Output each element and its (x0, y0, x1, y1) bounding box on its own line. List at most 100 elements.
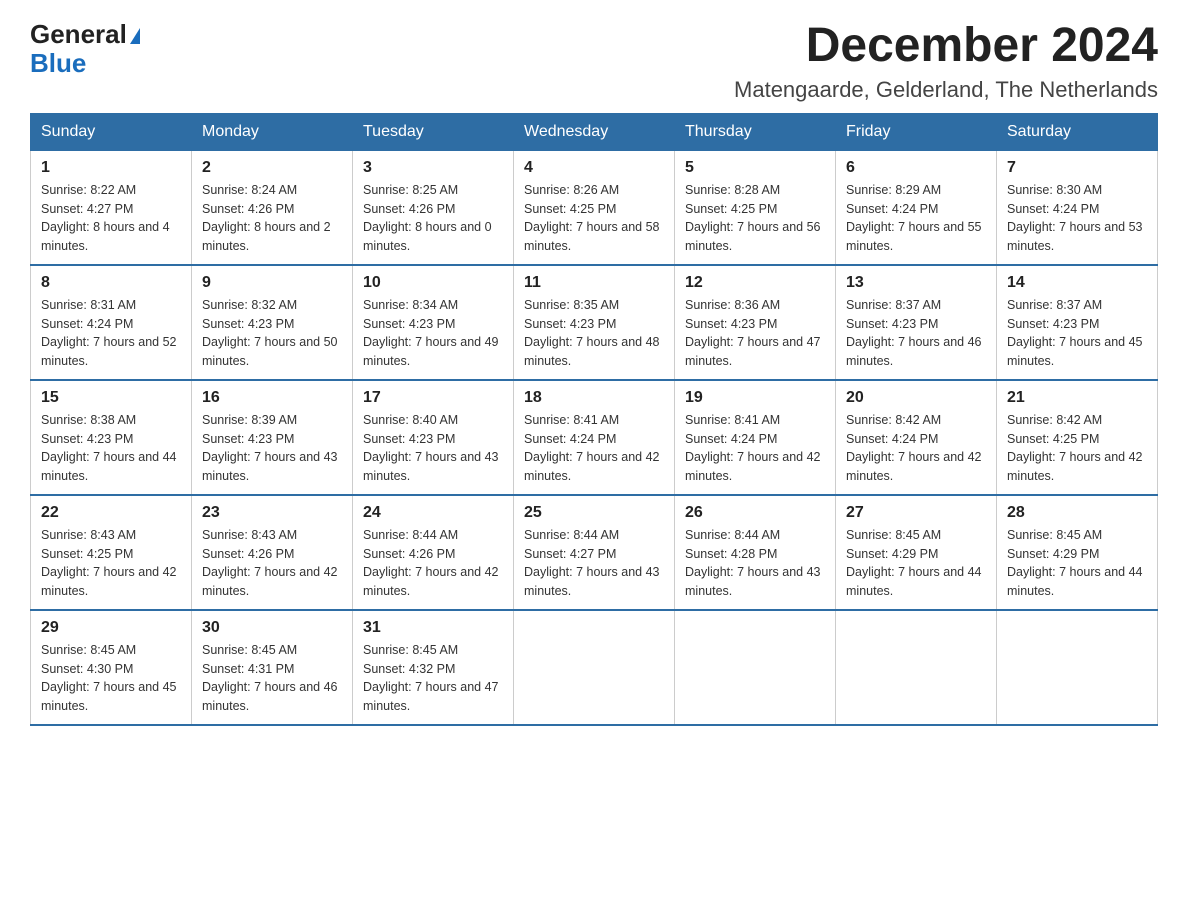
day-number: 24 (363, 504, 503, 522)
day-info: Sunrise: 8:45 AMSunset: 4:29 PMDaylight:… (846, 526, 986, 601)
day-info: Sunrise: 8:41 AMSunset: 4:24 PMDaylight:… (524, 411, 664, 486)
day-number: 3 (363, 159, 503, 177)
calendar-week-row: 15Sunrise: 8:38 AMSunset: 4:23 PMDayligh… (31, 380, 1158, 495)
day-info: Sunrise: 8:35 AMSunset: 4:23 PMDaylight:… (524, 296, 664, 371)
table-row: 17 Sunrise: 8:40 AMSunset: 4:23 PMDayligh… (353, 380, 514, 495)
calendar-week-row: 8Sunrise: 8:31 AMSunset: 4:24 PMDaylight… (31, 265, 1158, 380)
day-number: 21 (1007, 389, 1147, 407)
day-number: 18 (524, 389, 664, 407)
calendar-week-row: 1Sunrise: 8:22 AMSunset: 4:27 PMDaylight… (31, 150, 1158, 265)
table-row: 26Sunrise: 8:44 AMSunset: 4:28 PMDayligh… (675, 495, 836, 610)
day-number: 2 (202, 159, 342, 177)
day-info: Sunrise: 8:28 AMSunset: 4:25 PMDaylight:… (685, 181, 825, 256)
table-row: 15Sunrise: 8:38 AMSunset: 4:23 PMDayligh… (31, 380, 192, 495)
table-row: 10 Sunrise: 8:34 AMSunset: 4:23 PMDayligh… (353, 265, 514, 380)
table-row: 9 Sunrise: 8:32 AMSunset: 4:23 PMDaylight… (192, 265, 353, 380)
table-row (997, 610, 1158, 725)
header-tuesday: Tuesday (353, 114, 514, 150)
table-row: 28 Sunrise: 8:45 AMSunset: 4:29 PMDayligh… (997, 495, 1158, 610)
day-info: Sunrise: 8:45 AMSunset: 4:31 PMDaylight:… (202, 641, 342, 716)
day-number: 8 (41, 274, 181, 292)
calendar-table: Sunday Monday Tuesday Wednesday Thursday… (30, 113, 1158, 726)
day-info: Sunrise: 8:32 AMSunset: 4:23 PMDaylight:… (202, 296, 342, 371)
day-number: 13 (846, 274, 986, 292)
day-number: 28 (1007, 504, 1147, 522)
calendar-week-row: 22Sunrise: 8:43 AMSunset: 4:25 PMDayligh… (31, 495, 1158, 610)
table-row: 6 Sunrise: 8:29 AMSunset: 4:24 PMDaylight… (836, 150, 997, 265)
day-number: 27 (846, 504, 986, 522)
day-info: Sunrise: 8:45 AMSunset: 4:30 PMDaylight:… (41, 641, 181, 716)
month-year-title: December 2024 (734, 20, 1158, 73)
logo-blue-text: Blue (30, 48, 86, 78)
table-row: 21 Sunrise: 8:42 AMSunset: 4:25 PMDayligh… (997, 380, 1158, 495)
day-info: Sunrise: 8:45 AMSunset: 4:29 PMDaylight:… (1007, 526, 1147, 601)
day-number: 6 (846, 159, 986, 177)
day-number: 31 (363, 619, 503, 637)
table-row: 8Sunrise: 8:31 AMSunset: 4:24 PMDaylight… (31, 265, 192, 380)
header-sunday: Sunday (31, 114, 192, 150)
day-number: 26 (685, 504, 825, 522)
day-info: Sunrise: 8:26 AMSunset: 4:25 PMDaylight:… (524, 181, 664, 256)
day-info: Sunrise: 8:34 AMSunset: 4:23 PMDaylight:… (363, 296, 503, 371)
day-info: Sunrise: 8:43 AMSunset: 4:26 PMDaylight:… (202, 526, 342, 601)
day-number: 10 (363, 274, 503, 292)
table-row (514, 610, 675, 725)
table-row: 2 Sunrise: 8:24 AMSunset: 4:26 PMDaylight… (192, 150, 353, 265)
day-info: Sunrise: 8:24 AMSunset: 4:26 PMDaylight:… (202, 181, 342, 256)
day-number: 19 (685, 389, 825, 407)
table-row: 16Sunrise: 8:39 AMSunset: 4:23 PMDayligh… (192, 380, 353, 495)
day-info: Sunrise: 8:44 AMSunset: 4:26 PMDaylight:… (363, 526, 503, 601)
day-info: Sunrise: 8:42 AMSunset: 4:25 PMDaylight:… (1007, 411, 1147, 486)
day-number: 9 (202, 274, 342, 292)
weekday-header-row: Sunday Monday Tuesday Wednesday Thursday… (31, 114, 1158, 150)
day-number: 20 (846, 389, 986, 407)
day-info: Sunrise: 8:36 AMSunset: 4:23 PMDaylight:… (685, 296, 825, 371)
day-info: Sunrise: 8:30 AMSunset: 4:24 PMDaylight:… (1007, 181, 1147, 256)
header-monday: Monday (192, 114, 353, 150)
table-row: 14Sunrise: 8:37 AMSunset: 4:23 PMDayligh… (997, 265, 1158, 380)
day-info: Sunrise: 8:44 AMSunset: 4:27 PMDaylight:… (524, 526, 664, 601)
calendar-week-row: 29 Sunrise: 8:45 AMSunset: 4:30 PMDayligh… (31, 610, 1158, 725)
table-row: 29 Sunrise: 8:45 AMSunset: 4:30 PMDayligh… (31, 610, 192, 725)
day-info: Sunrise: 8:39 AMSunset: 4:23 PMDaylight:… (202, 411, 342, 486)
logo-triangle-icon (130, 28, 140, 44)
title-area: December 2024 Matengaarde, Gelderland, T… (734, 20, 1158, 103)
table-row: 18 Sunrise: 8:41 AMSunset: 4:24 PMDayligh… (514, 380, 675, 495)
header-wednesday: Wednesday (514, 114, 675, 150)
table-row: 24 Sunrise: 8:44 AMSunset: 4:26 PMDayligh… (353, 495, 514, 610)
day-number: 4 (524, 159, 664, 177)
day-number: 29 (41, 619, 181, 637)
day-number: 23 (202, 504, 342, 522)
day-info: Sunrise: 8:42 AMSunset: 4:24 PMDaylight:… (846, 411, 986, 486)
table-row: 31 Sunrise: 8:45 AMSunset: 4:32 PMDayligh… (353, 610, 514, 725)
table-row: 12 Sunrise: 8:36 AMSunset: 4:23 PMDayligh… (675, 265, 836, 380)
table-row: 27 Sunrise: 8:45 AMSunset: 4:29 PMDayligh… (836, 495, 997, 610)
day-info: Sunrise: 8:40 AMSunset: 4:23 PMDaylight:… (363, 411, 503, 486)
day-number: 7 (1007, 159, 1147, 177)
day-number: 17 (363, 389, 503, 407)
day-info: Sunrise: 8:38 AMSunset: 4:23 PMDaylight:… (41, 411, 181, 486)
table-row: 5 Sunrise: 8:28 AMSunset: 4:25 PMDaylight… (675, 150, 836, 265)
header-friday: Friday (836, 114, 997, 150)
table-row: 11Sunrise: 8:35 AMSunset: 4:23 PMDayligh… (514, 265, 675, 380)
table-row: 1Sunrise: 8:22 AMSunset: 4:27 PMDaylight… (31, 150, 192, 265)
header-saturday: Saturday (997, 114, 1158, 150)
table-row: 4 Sunrise: 8:26 AMSunset: 4:25 PMDaylight… (514, 150, 675, 265)
table-row: 30 Sunrise: 8:45 AMSunset: 4:31 PMDayligh… (192, 610, 353, 725)
day-info: Sunrise: 8:22 AMSunset: 4:27 PMDaylight:… (41, 181, 181, 256)
day-info: Sunrise: 8:45 AMSunset: 4:32 PMDaylight:… (363, 641, 503, 716)
day-number: 12 (685, 274, 825, 292)
table-row (836, 610, 997, 725)
table-row: 3Sunrise: 8:25 AMSunset: 4:26 PMDaylight… (353, 150, 514, 265)
day-info: Sunrise: 8:29 AMSunset: 4:24 PMDaylight:… (846, 181, 986, 256)
day-number: 25 (524, 504, 664, 522)
table-row: 22Sunrise: 8:43 AMSunset: 4:25 PMDayligh… (31, 495, 192, 610)
logo: General Blue (30, 20, 140, 77)
day-info: Sunrise: 8:37 AMSunset: 4:23 PMDaylight:… (846, 296, 986, 371)
table-row: 20 Sunrise: 8:42 AMSunset: 4:24 PMDayligh… (836, 380, 997, 495)
day-number: 22 (41, 504, 181, 522)
day-number: 30 (202, 619, 342, 637)
table-row: 13 Sunrise: 8:37 AMSunset: 4:23 PMDayligh… (836, 265, 997, 380)
day-number: 5 (685, 159, 825, 177)
table-row: 25 Sunrise: 8:44 AMSunset: 4:27 PMDayligh… (514, 495, 675, 610)
